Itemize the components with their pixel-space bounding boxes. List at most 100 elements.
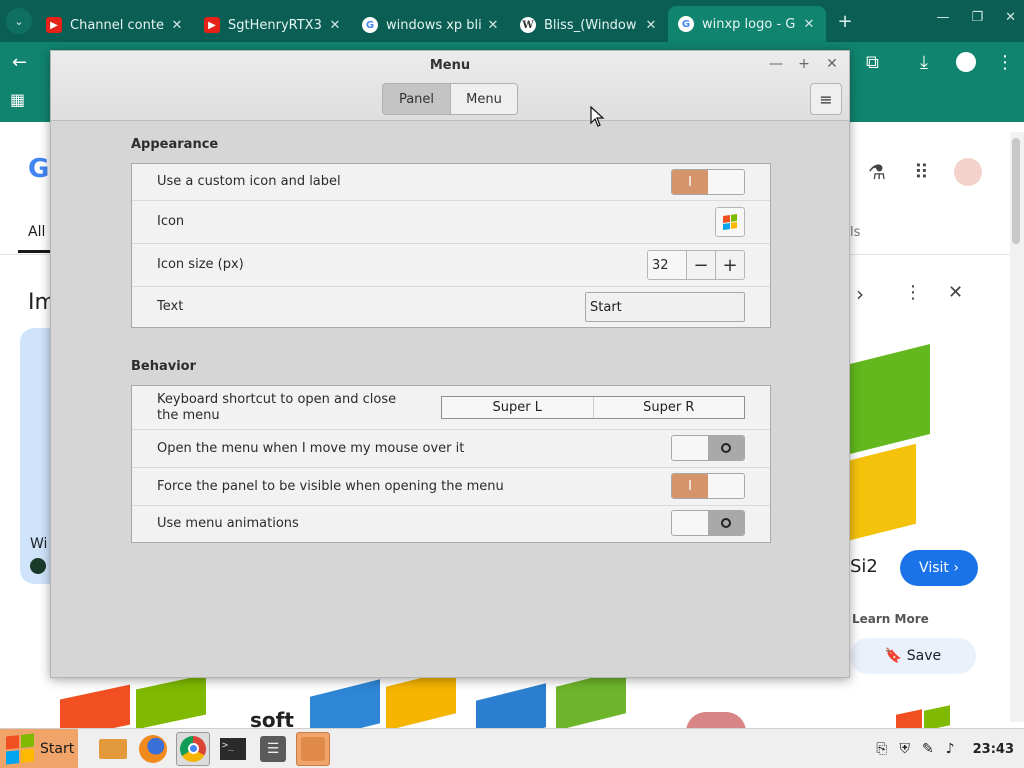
toggle-knob	[672, 436, 708, 460]
menu-settings-dialog: Menu — + ✕ Panel Menu ≡ Appearance Use a…	[50, 50, 850, 678]
menu-editor-icon[interactable]	[296, 731, 330, 766]
wikimedia-icon: W	[520, 17, 536, 33]
maximize-icon[interactable]: +	[794, 56, 814, 72]
increment-icon[interactable]: +	[715, 251, 744, 279]
hover-open-row: Open the menu when I move my mouse over …	[132, 430, 770, 468]
shortcut-secondary-binding[interactable]: Super R	[592, 397, 745, 418]
close-tab-icon[interactable]: ✕	[484, 18, 502, 33]
bookmark-icon: 🔖	[884, 648, 903, 664]
toggle-on-indicator: I	[672, 474, 708, 498]
shield-icon[interactable]: ⛨	[899, 741, 910, 757]
system-tray: ⎘ ⛨ ✎ ♪ 23:43	[876, 729, 1014, 768]
minimize-icon[interactable]: —	[766, 56, 786, 72]
chrome-icon[interactable]	[176, 731, 210, 766]
force-panel-label: Force the panel to be visible when openi…	[157, 478, 504, 494]
icon-chooser-button[interactable]	[715, 207, 745, 237]
restore-icon[interactable]: ❐	[971, 10, 983, 25]
dialog-header: Menu — + ✕ Panel Menu ≡	[51, 51, 849, 121]
close-preview-icon[interactable]: ✕	[948, 282, 963, 303]
appearance-heading: Appearance	[131, 137, 219, 152]
tab-menu[interactable]: Menu	[450, 84, 517, 114]
animations-row: Use menu animations	[132, 506, 770, 542]
profile-avatar[interactable]	[956, 52, 976, 72]
close-tab-icon[interactable]: ✕	[168, 18, 186, 33]
apps-grid-icon[interactable]: ▦	[10, 90, 25, 109]
custom-icon-toggle[interactable]: I	[671, 169, 745, 195]
thumbnail-red-shape[interactable]	[686, 712, 746, 728]
thumbnail-xp-logo-3d[interactable]	[310, 669, 460, 728]
window-controls: — ❐ ✕	[936, 10, 1016, 25]
icon-size-input[interactable]: 32	[648, 251, 686, 279]
icon-size-label: Icon size (px)	[157, 257, 244, 272]
terminal-icon[interactable]: >_	[216, 732, 250, 766]
close-icon[interactable]: ✕	[1005, 10, 1016, 25]
back-arrow-icon[interactable]: ←	[12, 52, 27, 73]
custom-icon-label: Use a custom icon and label	[157, 174, 341, 189]
behavior-group: Keyboard shortcut to open and close the …	[131, 385, 771, 543]
start-button[interactable]: Start	[0, 728, 78, 768]
google-apps-icon[interactable]: ⠿	[914, 160, 929, 184]
account-avatar[interactable]	[954, 158, 982, 186]
save-image-button[interactable]: 🔖 Save	[850, 638, 976, 674]
browser-tab[interactable]: ▶ Channel conte ✕	[36, 8, 194, 42]
file-manager-icon[interactable]	[96, 732, 130, 766]
hamburger-menu-icon[interactable]: ≡	[810, 83, 842, 115]
thumbnail-xp-logo-alt[interactable]	[476, 669, 636, 728]
text-row: Text Start	[132, 287, 770, 327]
tab-all[interactable]: All	[28, 224, 45, 240]
browser-tab-strip: ⌄ ▶ Channel conte ✕ ▶ SgtHenryRTX3 ✕ G w…	[0, 0, 1024, 42]
visit-button[interactable]: Visit ›	[900, 550, 978, 586]
learn-more-link[interactable]: Learn More	[852, 612, 929, 626]
more-options-icon[interactable]: ⋮	[904, 282, 922, 303]
decrement-icon[interactable]: −	[686, 251, 715, 279]
youtube-icon: ▶	[204, 17, 220, 33]
dialog-title: Menu	[429, 58, 471, 73]
labs-flask-icon[interactable]: ⚗	[868, 160, 886, 184]
toggle-on-indicator: I	[672, 170, 708, 194]
hover-open-label: Open the menu when I move my mouse over …	[157, 440, 465, 456]
tab-panel[interactable]: Panel	[383, 84, 450, 114]
thumbnail-xp-flag-small[interactable]	[896, 705, 952, 728]
animations-toggle[interactable]	[671, 510, 745, 536]
tab-title: windows xp bli	[386, 17, 482, 33]
close-tab-icon[interactable]: ✕	[326, 18, 344, 33]
force-panel-toggle[interactable]: I	[671, 473, 745, 499]
firefox-icon[interactable]	[136, 732, 170, 766]
toggle-knob	[708, 170, 744, 194]
browser-tab-active[interactable]: G winxp logo - G ✕	[668, 6, 826, 42]
hover-open-toggle[interactable]	[671, 435, 745, 461]
thumbnail-xp-logo[interactable]	[60, 674, 210, 728]
new-tab-icon[interactable]: +	[830, 11, 860, 32]
shortcut-editor: Super L Super R	[441, 396, 745, 419]
view-switcher: Panel Menu	[382, 83, 518, 115]
windows-flag-icon	[723, 214, 737, 230]
chevron-right-icon[interactable]: ›	[856, 282, 864, 306]
extensions-icon[interactable]: ⧉	[866, 52, 879, 73]
close-tab-icon[interactable]: ✕	[642, 18, 660, 33]
icon-size-stepper: 32 − +	[647, 250, 745, 280]
menu-text-field[interactable]: Start	[585, 292, 745, 322]
clock[interactable]: 23:43	[973, 742, 1014, 757]
page-scrollbar-thumb[interactable]	[1012, 138, 1020, 244]
download-icon[interactable]: ⤓	[920, 52, 928, 73]
pen-icon[interactable]: ✎	[922, 741, 934, 757]
more-menu-icon[interactable]: ⋮	[996, 52, 1014, 73]
shortcut-primary-binding[interactable]: Super L	[442, 397, 593, 418]
browser-tab[interactable]: G windows xp bli ✕	[352, 8, 510, 42]
tools-tab-fragment[interactable]: ls	[850, 225, 860, 240]
off-ring-icon	[721, 518, 731, 528]
start-label: Start	[40, 740, 75, 757]
browser-tab[interactable]: ▶ SgtHenryRTX3 ✕	[194, 8, 352, 42]
google-icon: G	[678, 16, 694, 32]
minimize-icon[interactable]: —	[936, 10, 949, 25]
shortcut-label: Keyboard shortcut to open and close the …	[157, 391, 397, 423]
close-tab-icon[interactable]: ✕	[800, 17, 818, 32]
tab-title: SgtHenryRTX3	[228, 17, 322, 33]
clipboard-icon[interactable]: ⎘	[876, 741, 887, 757]
browser-tab[interactable]: W Bliss_(Window ✕	[510, 8, 668, 42]
tab-search-dropdown-icon[interactable]: ⌄	[6, 8, 32, 34]
settings-mixer-icon[interactable]: ☰	[256, 732, 290, 766]
close-icon[interactable]: ✕	[822, 56, 842, 72]
thumbnail-text-fragment: soft	[250, 708, 294, 728]
music-note-icon[interactable]: ♪	[946, 741, 955, 757]
